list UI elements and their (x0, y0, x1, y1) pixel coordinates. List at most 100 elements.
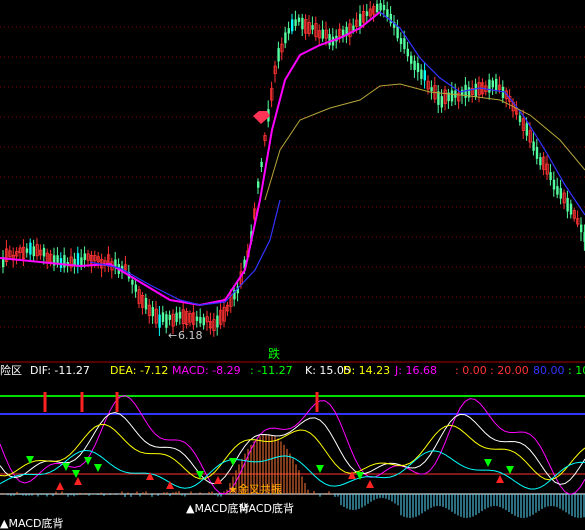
candle-body (257, 181, 260, 188)
macd-divergence-label-3: MACD底背 (239, 501, 294, 515)
macd-divergence-label-1: ▲MACD底背 (0, 516, 63, 530)
header-item-9: : 20.00 (490, 364, 529, 377)
header-item-8: : 0.00 (455, 364, 487, 377)
up-arrow-icon (214, 476, 222, 484)
candle-body (420, 69, 423, 79)
candle-body (42, 247, 46, 257)
down-arrow-icon (229, 458, 237, 466)
candle-body (63, 255, 66, 268)
candle-body (80, 257, 83, 267)
candle-body (25, 248, 29, 253)
candle-body (450, 90, 454, 102)
candle-body (161, 312, 165, 322)
down-arrow-icon (316, 465, 324, 473)
candle-body (535, 146, 539, 159)
header-item-1: DIF: -11.27 (30, 364, 90, 377)
candle-body (406, 48, 409, 57)
up-arrow-icon (74, 477, 82, 485)
candle-body (287, 28, 290, 34)
down-arrow-icon (26, 456, 34, 464)
candle-body (566, 197, 569, 212)
candle-body (501, 86, 505, 99)
low-price-value: 6.18 (178, 329, 203, 342)
candle-body (488, 79, 491, 93)
candle-body (461, 89, 464, 96)
candle-body (321, 29, 324, 39)
low-price-label: ← (168, 329, 177, 342)
candle-body (525, 123, 528, 136)
candle-body (580, 224, 583, 233)
candle-body (382, 4, 386, 11)
candle-body (151, 307, 154, 317)
candle-body (423, 70, 426, 81)
candle-body (76, 253, 80, 265)
up-arrow-icon (56, 482, 64, 490)
candle-body (73, 258, 76, 266)
candle-body (311, 25, 314, 30)
down-arrow-icon (62, 463, 70, 471)
down-arrow-icon (506, 466, 514, 474)
indicator-annotations: ▲MACD底背 ▲MACD底背 MACD底背 ★金叉共振 (0, 482, 294, 530)
candle-body (328, 34, 331, 46)
header-item-0: 险区 (0, 363, 22, 377)
header-item-6: D: 14.23 (343, 364, 390, 377)
candle-body (165, 314, 168, 328)
candle-body (376, 3, 379, 13)
candle-body (410, 55, 413, 64)
header-item-3: MACD: -8.29 (172, 364, 241, 377)
candle-body (396, 26, 399, 39)
candle-body (199, 317, 202, 324)
candle-body (474, 83, 477, 97)
candle-body (301, 17, 304, 30)
candle-body (202, 317, 205, 326)
candle-body (532, 141, 535, 151)
candle-body (178, 311, 182, 319)
candle-body (430, 87, 433, 92)
candle-body (556, 186, 559, 195)
header-item-4: : -11.27 (250, 364, 293, 377)
stock-chart: ← 6.18 跌 险区 DIF: -11.27 DEA: -7.12 MACD: -8… (0, 0, 585, 530)
candle-body (539, 157, 542, 166)
candle-body (379, 3, 382, 11)
candle-body (549, 172, 552, 181)
candle-body (552, 179, 556, 190)
candle-body (216, 315, 219, 328)
golden-cross-label: ★金叉共振 (228, 482, 282, 496)
candle-body (29, 242, 32, 255)
candle-body (399, 38, 403, 45)
candle-body (386, 9, 389, 18)
candle-body (359, 13, 362, 27)
candle-body (144, 297, 148, 310)
up-arrow-icon (166, 481, 174, 489)
candle-body (491, 80, 494, 88)
candle-body (134, 284, 137, 292)
header-item-2: DEA: -7.12 (110, 364, 168, 377)
chart-canvas: ← 6.18 跌 险区 DIF: -11.27 DEA: -7.12 MACD: -8… (0, 0, 585, 530)
candle-body (495, 78, 498, 90)
candle-body (416, 63, 420, 73)
candle-body (297, 17, 301, 22)
candle-body (32, 246, 35, 257)
candle-body (158, 314, 161, 328)
candle-body (518, 115, 522, 122)
candle-body (365, 11, 369, 16)
up-arrow-icon (348, 471, 356, 479)
indicator-panel (0, 392, 585, 518)
candle-body (277, 48, 280, 62)
candle-body (284, 32, 287, 44)
ma-line-2 (89, 199, 281, 306)
header-item-7: J: 16.68 (394, 364, 437, 377)
candle-body (403, 38, 406, 50)
candle-body (294, 19, 297, 26)
indicator-header: 险区 DIF: -11.27 DEA: -7.12 MACD: -8.29 : -11.… (0, 363, 585, 377)
candlestick-series (2, 0, 585, 337)
price-grid (0, 26, 585, 328)
candle-body (83, 253, 86, 260)
up-arrow-icon (496, 475, 504, 483)
candle-body (440, 96, 443, 108)
candle-body (569, 203, 573, 215)
candle-body (175, 312, 178, 323)
down-arrow-icon (94, 464, 102, 472)
candle-body (291, 19, 294, 32)
candle-body (131, 280, 134, 285)
